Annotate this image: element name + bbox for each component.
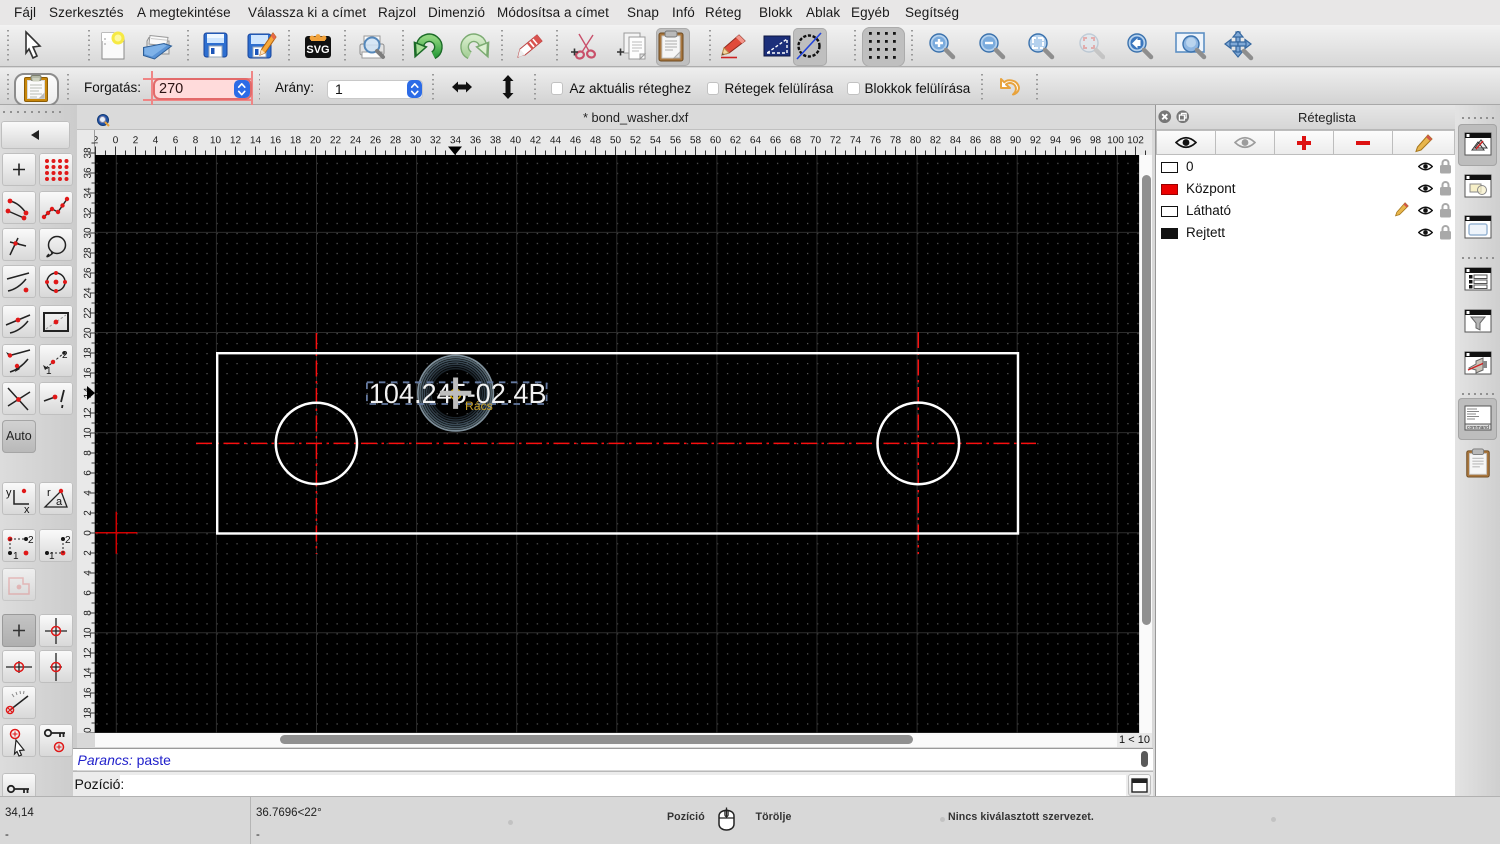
svg-text:1: 1	[46, 366, 52, 377]
svg-text:command: command	[1467, 425, 1489, 431]
svg-text:SVG: SVG	[306, 44, 329, 56]
svg-text:2: 2	[28, 535, 34, 546]
svg-text:2: 2	[62, 350, 68, 361]
svg-text:a: a	[56, 496, 63, 508]
svg-text:1: 1	[13, 551, 19, 562]
svg-text:1: 1	[49, 551, 55, 562]
svg-text:x: x	[24, 504, 30, 515]
svg-text:y: y	[6, 487, 12, 499]
svg-text:r: r	[47, 487, 51, 499]
svg-text:2: 2	[65, 535, 71, 546]
